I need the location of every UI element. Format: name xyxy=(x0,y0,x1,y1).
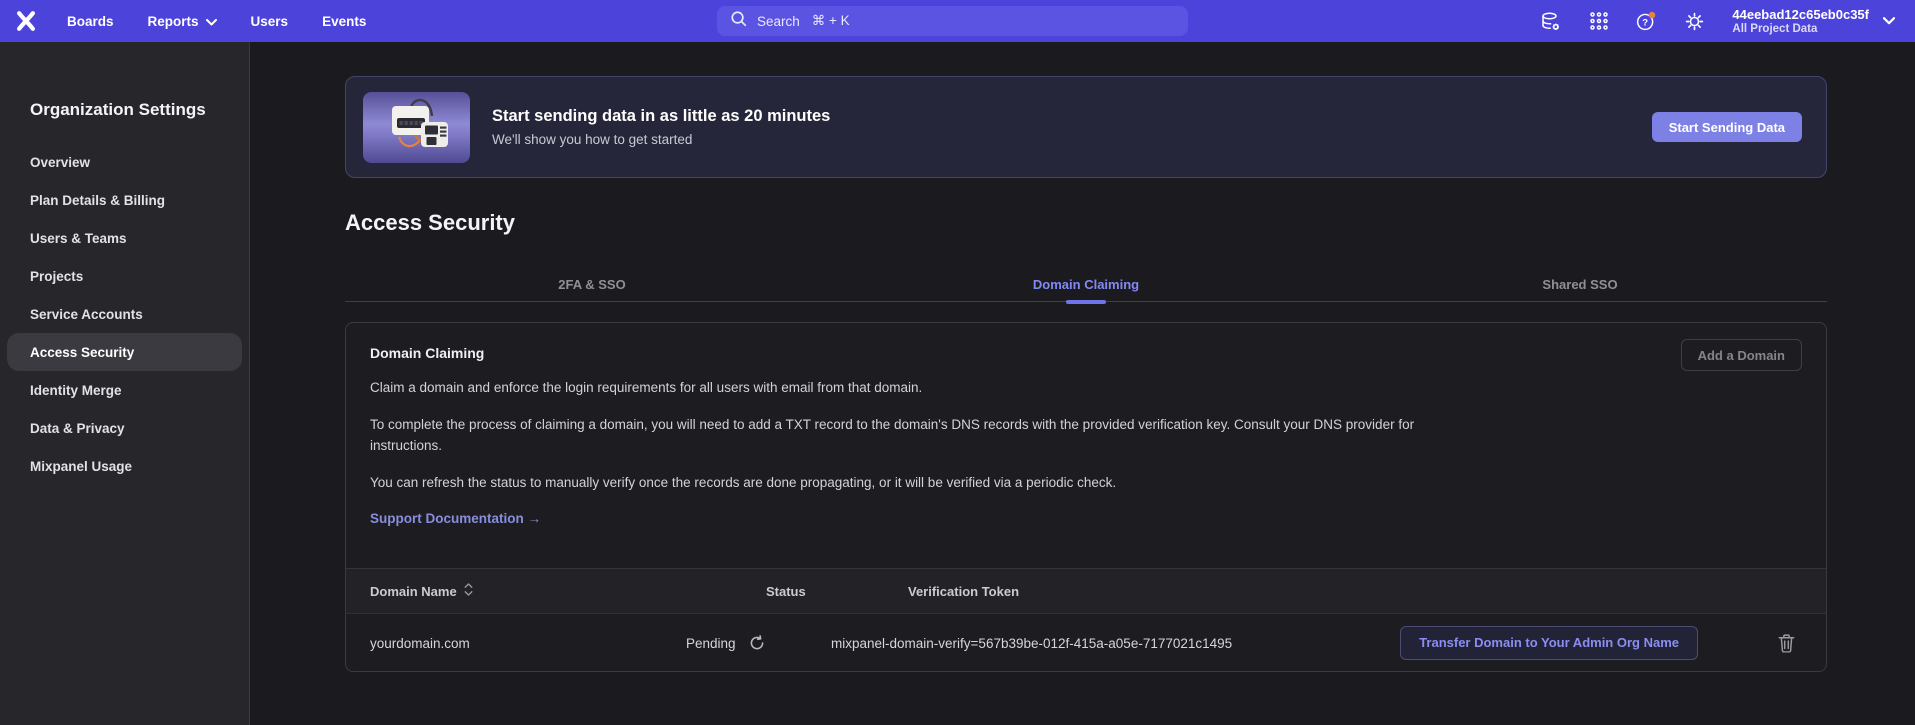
chevron-down-icon xyxy=(206,14,217,29)
tab-domain-claiming[interactable]: Domain Claiming xyxy=(839,268,1333,301)
sidebar-title: Organization Settings xyxy=(30,100,249,120)
tab-shared-sso[interactable]: Shared SSO xyxy=(1333,268,1827,301)
search-shortcut-hint: ⌘ + K xyxy=(812,13,850,29)
tab-2fa-sso[interactable]: 2FA & SSO xyxy=(345,268,839,301)
nav-right-cluster: ? 44eebad12c65eb0c35f All Project Data xyxy=(1540,0,1895,42)
banner-subtitle: We'll show you how to get started xyxy=(492,132,830,147)
account-menu[interactable]: 44eebad12c65eb0c35f All Project Data xyxy=(1732,7,1895,36)
app-window: Boards Reports Users Events Search ⌘ + K xyxy=(0,0,1915,725)
sidebar-item-overview[interactable]: Overview xyxy=(0,143,249,181)
domain-claiming-card: Domain Claiming Add a Domain Claim a dom… xyxy=(345,322,1827,672)
sidebar-item-data-privacy[interactable]: Data & Privacy xyxy=(0,409,249,447)
status-cell: Pending xyxy=(686,614,765,672)
top-nav-bar: Boards Reports Users Events Search ⌘ + K xyxy=(0,0,1915,42)
domain-table-row: yourdomain.com Pending mixpanel-domain-v… xyxy=(346,613,1826,671)
settings-gear-icon[interactable] xyxy=(1684,11,1705,32)
claim-description-text: Claim a domain and enforce the login req… xyxy=(370,377,1455,398)
txt-record-instructions-text: To complete the process of claiming a do… xyxy=(370,414,1455,456)
column-header-domain-name[interactable]: Domain Name xyxy=(370,569,473,614)
help-icon[interactable]: ? xyxy=(1636,11,1657,32)
sort-icon[interactable] xyxy=(464,569,473,614)
banner-title: Start sending data in as little as 20 mi… xyxy=(492,107,830,126)
chevron-down-icon xyxy=(1883,12,1895,30)
page-title: Access Security xyxy=(345,210,515,236)
status-text: Pending xyxy=(686,636,736,651)
search-icon xyxy=(730,10,747,32)
verification-token-cell: mixpanel-domain-verify=567b39be-012f-415… xyxy=(831,614,1232,672)
access-security-tabs: 2FA & SSO Domain Claiming Shared SSO xyxy=(345,268,1827,302)
sidebar-item-plan-details-billing[interactable]: Plan Details & Billing xyxy=(0,181,249,219)
org-settings-sidebar: Organization Settings Overview Plan Deta… xyxy=(0,42,250,725)
data-settings-icon[interactable] xyxy=(1540,11,1561,32)
card-body: Domain Claiming Add a Domain Claim a dom… xyxy=(346,323,1826,548)
refresh-status-text: You can refresh the status to manually v… xyxy=(370,472,1455,493)
add-domain-button[interactable]: Add a Domain xyxy=(1681,339,1802,371)
apps-grid-icon[interactable] xyxy=(1588,11,1609,32)
sidebar-nav-list: Overview Plan Details & Billing Users & … xyxy=(0,143,249,485)
org-id-label: 44eebad12c65eb0c35f xyxy=(1732,7,1869,22)
sidebar-item-mixpanel-usage[interactable]: Mixpanel Usage xyxy=(0,447,249,485)
onboarding-banner: Start sending data in as little as 20 mi… xyxy=(345,76,1827,178)
sidebar-item-identity-merge[interactable]: Identity Merge xyxy=(0,371,249,409)
search-placeholder: Search xyxy=(757,14,800,29)
sidebar-item-access-security[interactable]: Access Security xyxy=(7,333,242,371)
domain-name-cell: yourdomain.com xyxy=(370,614,470,672)
nav-link-boards[interactable]: Boards xyxy=(67,14,114,29)
card-title: Domain Claiming xyxy=(370,345,1802,361)
refresh-status-icon[interactable] xyxy=(749,635,765,651)
delete-domain-trash-icon[interactable] xyxy=(1778,633,1795,652)
support-documentation-link[interactable]: Support Documentation → xyxy=(370,511,541,526)
start-sending-data-button[interactable]: Start Sending Data xyxy=(1652,112,1802,142)
banner-text: Start sending data in as little as 20 mi… xyxy=(492,107,830,147)
search-input[interactable]: Search ⌘ + K xyxy=(717,6,1188,36)
nav-links: Boards Reports Users Events xyxy=(67,14,366,29)
column-header-verification-token: Verification Token xyxy=(908,569,1019,614)
svg-text:?: ? xyxy=(1643,18,1649,29)
sidebar-item-users-teams[interactable]: Users & Teams xyxy=(0,219,249,257)
sidebar-item-service-accounts[interactable]: Service Accounts xyxy=(0,295,249,333)
nav-link-users[interactable]: Users xyxy=(251,14,289,29)
column-header-status: Status xyxy=(766,569,806,614)
transfer-domain-button[interactable]: Transfer Domain to Your Admin Org Name xyxy=(1400,626,1698,660)
nav-link-reports[interactable]: Reports xyxy=(148,14,217,29)
sidebar-item-projects[interactable]: Projects xyxy=(0,257,249,295)
mixpanel-logo-icon[interactable] xyxy=(15,10,37,32)
domains-table-header: Domain Name Status Verification Token xyxy=(346,568,1826,613)
project-label: All Project Data xyxy=(1732,22,1869,36)
devices-illustration xyxy=(363,92,470,163)
nav-link-events[interactable]: Events xyxy=(322,14,366,29)
